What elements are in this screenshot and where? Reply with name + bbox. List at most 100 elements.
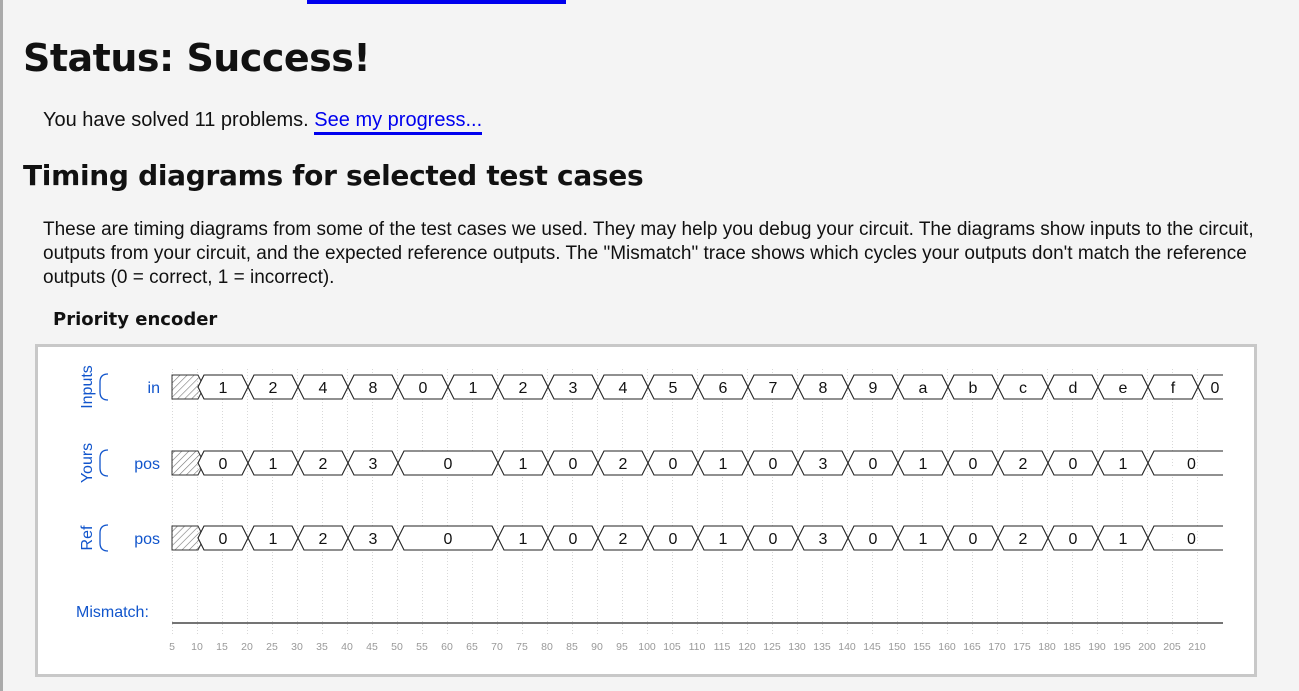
- bus-value: 2: [619, 456, 628, 473]
- time-tick-label: 55: [416, 641, 428, 653]
- time-tick-label: 145: [863, 641, 881, 653]
- time-tick-label: 105: [663, 641, 681, 653]
- bus-value: a: [919, 380, 928, 397]
- see-progress-link[interactable]: See my progress...: [314, 109, 483, 135]
- time-tick-label: 90: [591, 641, 603, 653]
- time-tick-label: 120: [738, 641, 756, 653]
- bus-value: 0: [1069, 531, 1078, 548]
- timing-diagram-panel: Inputs in Yours pos Ref pos 1 2 4 8 0 1 2 3 4 5 6 7 8 9 a b c d…: [35, 344, 1257, 677]
- bus-value: 0: [869, 456, 878, 473]
- time-tick-label: 200: [1138, 641, 1156, 653]
- bus-value: 1: [519, 531, 528, 548]
- bus-value: 5: [669, 380, 678, 397]
- group-bracket: [99, 449, 109, 477]
- time-axis: 5 10 15 20 25 30 35 40 45 50 55 60 65 70 75 80 85 90 95 100…: [169, 641, 1206, 653]
- grid-lines: [172, 369, 1198, 635]
- bus-value: d: [1069, 380, 1078, 397]
- group-bracket: [99, 524, 109, 552]
- time-tick-label: 45: [366, 641, 378, 653]
- bus-value: 1: [719, 456, 728, 473]
- description-text: These are timing diagrams from some of t…: [43, 219, 1254, 288]
- bus-segment: [1147, 450, 1223, 476]
- time-tick-label: 155: [913, 641, 931, 653]
- bus-value: 0: [444, 531, 453, 548]
- bus-value: 0: [569, 531, 578, 548]
- progress-text: You have solved 11 problems.: [43, 109, 315, 131]
- signal-name: pos: [134, 531, 160, 548]
- time-tick-label: 40: [341, 641, 353, 653]
- time-tick-label: 5: [169, 641, 175, 653]
- bus-value: 0: [669, 531, 678, 548]
- bus-value: 3: [569, 380, 578, 397]
- time-tick-label: 10: [191, 641, 203, 653]
- time-tick-label: 85: [566, 641, 578, 653]
- group-label: Inputs: [79, 365, 96, 409]
- bus-value: 0: [219, 531, 228, 548]
- bus-value: 1: [219, 380, 228, 397]
- bus-value: 2: [1019, 531, 1028, 548]
- bus-value: 8: [819, 380, 828, 397]
- time-tick-label: 50: [391, 641, 403, 653]
- time-tick-label: 75: [516, 641, 528, 653]
- bus-value: 8: [369, 380, 378, 397]
- bus-value: 0: [869, 531, 878, 548]
- bus-value: 4: [619, 380, 628, 397]
- bus-value: 0: [1069, 456, 1078, 473]
- bus-value: 1: [1119, 531, 1128, 548]
- bus-value: 0: [969, 456, 978, 473]
- bus-value: 0: [669, 456, 678, 473]
- bus-value: b: [969, 380, 978, 397]
- bus-value: 0: [969, 531, 978, 548]
- bus-value: 1: [919, 531, 928, 548]
- group-label: Ref: [79, 525, 96, 550]
- bus-value: 0: [769, 531, 778, 548]
- bus-value: 0: [569, 456, 578, 473]
- time-tick-label: 35: [316, 641, 328, 653]
- bus-value: 0: [219, 456, 228, 473]
- time-tick-label: 20: [241, 641, 253, 653]
- time-tick-label: 65: [466, 641, 478, 653]
- bus-value: 3: [819, 456, 828, 473]
- status-title: Status: Success!: [23, 36, 371, 80]
- time-tick-label: 210: [1188, 641, 1206, 653]
- time-tick-label: 130: [788, 641, 806, 653]
- time-tick-label: 25: [266, 641, 278, 653]
- time-tick-label: 15: [216, 641, 228, 653]
- bus-value: 9: [869, 380, 878, 397]
- section-heading: Timing diagrams for selected test cases: [23, 159, 644, 192]
- time-tick-label: 175: [1013, 641, 1031, 653]
- top-link-underline[interactable]: [307, 0, 566, 4]
- bus-value: f: [1171, 380, 1176, 397]
- bus-value: 0: [769, 456, 778, 473]
- time-tick-label: 205: [1163, 641, 1181, 653]
- bus-value: 3: [369, 456, 378, 473]
- bus-value: 0: [1187, 456, 1196, 473]
- time-tick-label: 100: [638, 641, 656, 653]
- time-tick-label: 190: [1088, 641, 1106, 653]
- bus-value: 0: [1187, 531, 1196, 548]
- bus-value: 1: [919, 456, 928, 473]
- diagram-title: Priority encoder: [53, 309, 218, 330]
- bus-value: 1: [719, 531, 728, 548]
- time-tick-label: 170: [988, 641, 1006, 653]
- bus-value: 0: [444, 456, 453, 473]
- time-tick-label: 165: [963, 641, 981, 653]
- bus-value: 1: [269, 456, 278, 473]
- bus-value: 2: [319, 456, 328, 473]
- time-tick-label: 195: [1113, 641, 1131, 653]
- bus-value: e: [1119, 380, 1128, 397]
- time-tick-label: 95: [616, 641, 628, 653]
- time-tick-label: 70: [491, 641, 503, 653]
- left-border: [0, 0, 3, 691]
- bus-value: 6: [719, 380, 728, 397]
- bus-value: 0: [419, 380, 428, 397]
- bus-value: 2: [319, 531, 328, 548]
- timing-diagram: Inputs inYours posRef pos1 2 4 8 0 1 2 3 4 5 6 7 8 9 a b c d…: [76, 365, 1223, 653]
- bus-value: 1: [469, 380, 478, 397]
- bus-value: 2: [619, 531, 628, 548]
- time-tick-label: 160: [938, 641, 956, 653]
- time-tick-label: 185: [1063, 641, 1081, 653]
- bus-value: 3: [369, 531, 378, 548]
- signal-name: in: [148, 380, 160, 397]
- time-tick-label: 115: [714, 641, 731, 653]
